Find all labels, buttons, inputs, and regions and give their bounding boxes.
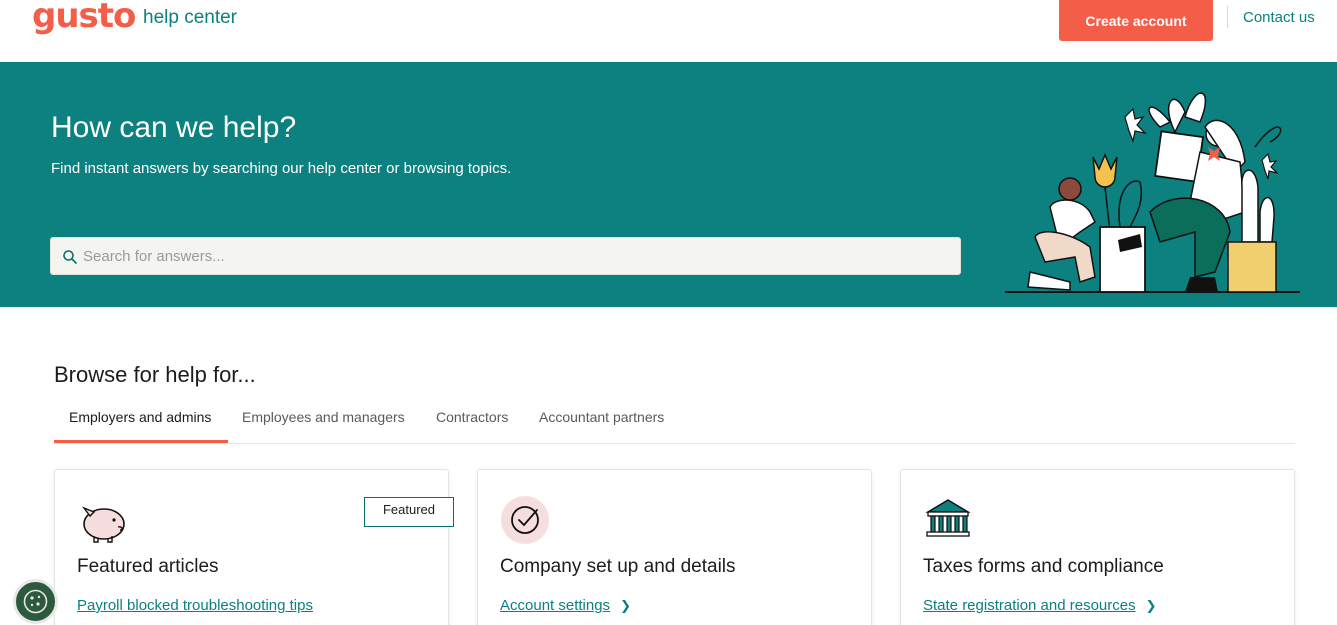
piggy-bank-icon [81, 506, 125, 543]
payroll-blocked-link[interactable]: Payroll blocked troubleshooting tips [77, 597, 313, 614]
company-setup-card: Company set up and details Account setti… [477, 469, 872, 625]
tab-employees-and-managers[interactable]: Employees and managers [242, 409, 405, 425]
government-building-icon [925, 499, 971, 537]
tab-accountant-partners[interactable]: Accountant partners [539, 409, 664, 425]
card-title: Company set up and details [500, 556, 736, 577]
chevron-right-icon: ❯ [1145, 598, 1157, 613]
hero-title: How can we help? [51, 111, 297, 144]
browse-title: Browse for help for... [54, 362, 256, 387]
gusto-logo[interactable]: gusto [32, 0, 136, 36]
create-account-button[interactable]: Create account [1059, 0, 1213, 41]
cookie-icon [23, 589, 48, 614]
account-settings-link[interactable]: Account settings ❯ [500, 597, 631, 614]
search-icon [63, 250, 77, 264]
help-center-label[interactable]: help center [143, 7, 237, 29]
tab-employers-and-admins[interactable]: Employers and admins [69, 409, 211, 425]
contact-us-link[interactable]: Contact us [1243, 9, 1315, 26]
chevron-right-icon: ❯ [620, 598, 631, 613]
audience-tabs: Employers and admins Employees and manag… [54, 400, 1295, 444]
tab-contractors[interactable]: Contractors [436, 409, 508, 425]
card-title: Featured articles [77, 556, 219, 577]
site-header: gusto help center Create account Contact… [0, 0, 1337, 62]
link-label: Account settings [500, 597, 611, 614]
checkmark-circle-icon [501, 496, 549, 544]
active-tab-indicator [54, 440, 228, 443]
cookie-settings-button[interactable] [13, 579, 58, 624]
plants-people-illustration [1005, 92, 1300, 293]
card-title: Taxes forms and compliance [923, 556, 1164, 577]
search-box[interactable] [50, 237, 961, 275]
header-divider [1227, 6, 1228, 28]
hero-subtitle: Find instant answers by searching our he… [51, 160, 512, 177]
taxes-compliance-card: Taxes forms and compliance State registr… [900, 469, 1295, 625]
featured-badge: Featured [364, 497, 454, 527]
hero-banner: How can we help? Find instant answers by… [0, 62, 1337, 307]
search-input[interactable] [83, 238, 943, 274]
state-registration-link[interactable]: State registration and resources ❯ [923, 597, 1157, 614]
featured-articles-card: Featured Featured articles Payroll block… [54, 469, 454, 625]
link-label: State registration and resources [923, 597, 1136, 614]
